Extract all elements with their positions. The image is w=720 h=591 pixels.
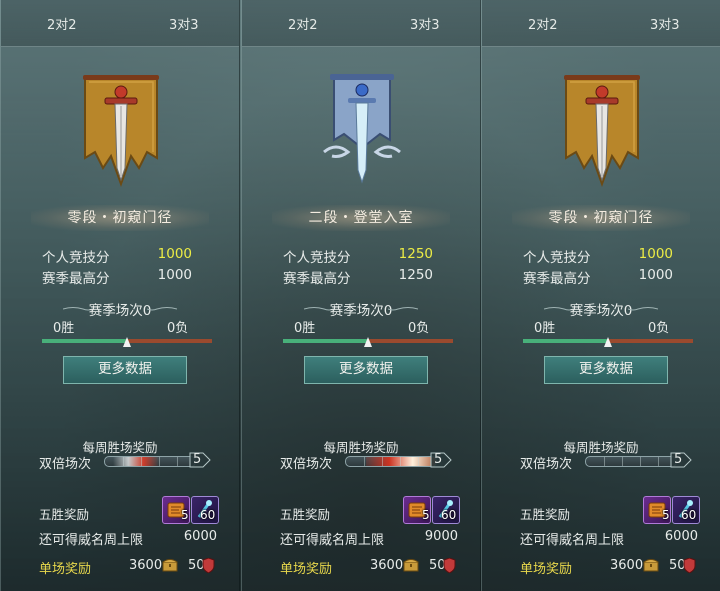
gold-banner-sword-icon bbox=[83, 75, 159, 187]
rank-title: 零段・初窥门径 bbox=[512, 205, 690, 231]
season-high-value: 1000 bbox=[638, 267, 673, 283]
win-fill bbox=[42, 339, 127, 343]
tab-3v3[interactable]: 3对3 bbox=[410, 14, 440, 33]
weekly-limit-value: 9000 bbox=[424, 529, 458, 544]
ornament-right-icon bbox=[147, 307, 177, 311]
ornament-right-icon bbox=[388, 307, 418, 311]
single-match-reward-label: 单场奖励 bbox=[280, 562, 333, 577]
losses-count: 0负 bbox=[648, 321, 670, 336]
treasure-chest-icon bbox=[162, 559, 178, 572]
season-high-value: 1250 bbox=[398, 267, 433, 283]
more-data-button[interactable]: 更多数据 bbox=[544, 356, 668, 384]
ornament-right-icon bbox=[628, 307, 658, 311]
tab-3v3[interactable]: 3对3 bbox=[169, 14, 199, 33]
five-win-reward-label: 五胜奖励 bbox=[520, 507, 571, 522]
personal-score-label: 个人竞技分 bbox=[523, 250, 591, 266]
win-fill bbox=[523, 339, 608, 343]
silver-banner-sword-icon bbox=[323, 74, 401, 184]
tab-2v2[interactable]: 2对2 bbox=[528, 14, 558, 33]
rank-panel-2: 2对2 3对3 二段・登堂入室 个人竞技分 1250 赛季最高分 1250 赛季… bbox=[241, 0, 481, 591]
rank-title: 零段・初窥门径 bbox=[31, 205, 209, 231]
more-data-button[interactable]: 更多数据 bbox=[63, 356, 187, 384]
single-match-reward-label: 单场奖励 bbox=[520, 562, 573, 577]
treasure-chest-icon bbox=[403, 559, 419, 572]
mode-tabs: 2对2 3对3 bbox=[242, 0, 480, 47]
weekly-limit-value: 6000 bbox=[664, 529, 698, 544]
personal-score-value: 1000 bbox=[157, 246, 192, 262]
win-fill bbox=[283, 339, 368, 343]
season-high-label: 赛季最高分 bbox=[523, 271, 591, 287]
personal-score-label: 个人竞技分 bbox=[42, 250, 110, 266]
season-matches: 赛季场次0 bbox=[329, 303, 393, 319]
double-count-badge bbox=[430, 452, 452, 468]
reward-item-1-count: 5 bbox=[181, 508, 189, 522]
rank-panel-3: 2对2 3对3 零段・初窥门径 个人竞技分 1000 赛季最高分 1000 赛季… bbox=[481, 0, 720, 591]
win-loss-marker bbox=[364, 337, 372, 347]
personal-score-value: 1250 bbox=[398, 246, 433, 262]
five-win-reward-label: 五胜奖励 bbox=[39, 507, 90, 522]
red-shield-icon bbox=[443, 558, 456, 573]
double-count-badge bbox=[189, 452, 211, 468]
double-matches-label: 双倍场次 bbox=[39, 457, 92, 472]
treasure-chest-icon bbox=[643, 559, 659, 572]
double-bar-glow bbox=[366, 457, 436, 466]
mode-tabs: 2对2 3对3 bbox=[1, 0, 239, 47]
five-win-reward-label: 五胜奖励 bbox=[280, 507, 331, 522]
losses-count: 0负 bbox=[408, 321, 430, 336]
win-loss-marker bbox=[123, 337, 131, 347]
wins-count: 0胜 bbox=[294, 321, 316, 336]
weekly-limit-label: 还可得威名周上限 bbox=[39, 533, 144, 548]
more-data-button[interactable]: 更多数据 bbox=[304, 356, 428, 384]
reward-item-2-count: 60 bbox=[441, 508, 457, 522]
double-matches-label: 双倍场次 bbox=[520, 457, 573, 472]
season-high-value: 1000 bbox=[157, 267, 192, 283]
reward-item-1-count: 5 bbox=[422, 508, 430, 522]
single-reward-value-1: 3600 bbox=[129, 558, 163, 573]
rank-panel-1: 2对2 3对3 零段・初窥门径 个人竞技分 1000 赛季最高分 1000 赛季… bbox=[0, 0, 240, 591]
double-matches-bar bbox=[585, 456, 677, 467]
tab-2v2[interactable]: 2对2 bbox=[47, 14, 77, 33]
red-shield-icon bbox=[683, 558, 696, 573]
wins-count: 0胜 bbox=[53, 321, 75, 336]
win-loss-marker bbox=[604, 337, 612, 347]
gold-banner-sword-icon bbox=[564, 75, 640, 187]
rank-title: 二段・登堂入室 bbox=[272, 205, 450, 231]
reward-item-2-count: 60 bbox=[200, 508, 216, 522]
single-reward-value-1: 3600 bbox=[610, 558, 644, 573]
weekly-limit-label: 还可得威名周上限 bbox=[520, 533, 625, 548]
wins-count: 0胜 bbox=[534, 321, 556, 336]
personal-score-value: 1000 bbox=[638, 246, 673, 262]
personal-score-label: 个人竞技分 bbox=[283, 250, 351, 266]
weekly-limit-value: 6000 bbox=[183, 529, 217, 544]
season-high-label: 赛季最高分 bbox=[283, 271, 351, 287]
double-matches-bar bbox=[345, 456, 437, 467]
reward-item-2-count: 60 bbox=[681, 508, 697, 522]
single-reward-value-1: 3600 bbox=[370, 558, 404, 573]
double-count-badge bbox=[670, 452, 692, 468]
losses-count: 0负 bbox=[167, 321, 189, 336]
season-matches: 赛季场次0 bbox=[88, 303, 152, 319]
weekly-limit-label: 还可得威名周上限 bbox=[280, 533, 385, 548]
reward-item-1-count: 5 bbox=[662, 508, 670, 522]
double-matches-label: 双倍场次 bbox=[280, 457, 333, 472]
mode-tabs: 2对2 3对3 bbox=[482, 0, 720, 47]
tab-2v2[interactable]: 2对2 bbox=[288, 14, 318, 33]
red-shield-icon bbox=[202, 558, 215, 573]
tab-3v3[interactable]: 3对3 bbox=[650, 14, 680, 33]
single-match-reward-label: 单场奖励 bbox=[39, 562, 92, 577]
season-high-label: 赛季最高分 bbox=[42, 271, 110, 287]
season-matches: 赛季场次0 bbox=[569, 303, 633, 319]
double-matches-bar bbox=[104, 456, 196, 467]
double-bar-glow bbox=[113, 457, 159, 466]
